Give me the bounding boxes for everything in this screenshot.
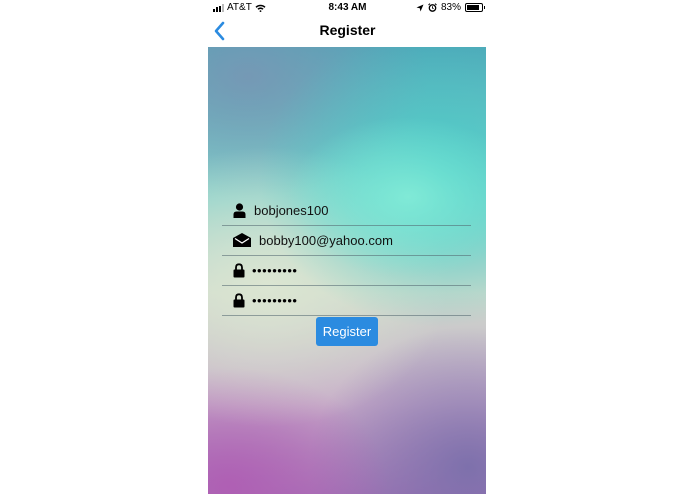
status-time: 8:43 AM (328, 2, 367, 13)
battery-icon (465, 3, 486, 12)
lock-icon (233, 292, 245, 308)
battery-percent: 83% (441, 2, 462, 13)
register-button[interactable]: Register (316, 317, 378, 346)
confirm-password-field[interactable]: ••••••••• (222, 285, 471, 316)
lock-icon (233, 262, 245, 278)
user-icon (231, 202, 247, 218)
navigation-bar: Register (0, 16, 695, 47)
username-field[interactable]: bobjones100 (222, 195, 471, 226)
page-title: Register (319, 22, 376, 38)
password-value: ••••••••• (252, 262, 298, 278)
register-form-panel: bobjones100 bobby100@yahoo.com ••••••••• (208, 47, 486, 494)
envelope-icon (232, 232, 252, 248)
alarm-icon (428, 3, 437, 12)
username-value: bobjones100 (254, 202, 329, 218)
email-field[interactable]: bobby100@yahoo.com (222, 225, 471, 256)
location-arrow-icon (416, 4, 424, 11)
battery-fill (467, 5, 479, 10)
status-bar: AT&T 8:43 AM 83% (0, 0, 695, 16)
password-field[interactable]: ••••••••• (222, 255, 471, 286)
status-bar-right: 83% (416, 2, 486, 13)
email-value: bobby100@yahoo.com (259, 232, 393, 248)
confirm-password-value: ••••••••• (252, 292, 298, 308)
